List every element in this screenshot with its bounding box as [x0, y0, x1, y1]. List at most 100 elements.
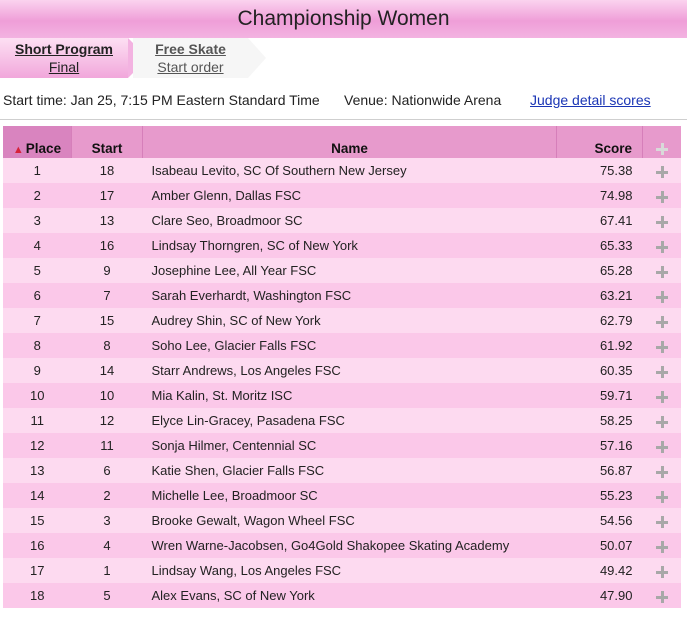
start-cell: 2	[71, 483, 143, 508]
column-header-start[interactable]: Start	[71, 126, 143, 158]
results-body: 1 18 Isabeau Levito, SC Of Southern New Je…	[3, 158, 681, 608]
expand-row-cell[interactable]	[642, 583, 681, 608]
score-cell: 61.92	[556, 333, 643, 358]
plus-icon[interactable]	[655, 240, 668, 253]
start-cell: 6	[71, 458, 143, 483]
expand-row-cell[interactable]	[642, 533, 681, 558]
column-header-name[interactable]: Name	[142, 126, 557, 158]
table-row: 11 12 Elyce Lin-Gracey, Pasadena FSC 58.25	[3, 408, 681, 433]
plus-icon[interactable]	[655, 590, 668, 603]
skater-name-cell: Soho Lee, Glacier Falls FSC	[142, 333, 557, 358]
table-row: 12 11 Sonja Hilmer, Centennial SC 57.16	[3, 433, 681, 458]
plus-icon[interactable]	[655, 215, 668, 228]
skater-name-cell: Katie Shen, Glacier Falls FSC	[142, 458, 557, 483]
start-cell: 17	[71, 183, 143, 208]
skater-name-cell: Sonja Hilmer, Centennial SC	[142, 433, 557, 458]
plus-icon[interactable]	[655, 315, 668, 328]
tabs-divider	[0, 119, 687, 120]
tab-free-skate-start-order-link[interactable]: Start order	[133, 59, 248, 75]
table-header-row: ▲ Place Start Name Score	[3, 126, 681, 158]
plus-icon[interactable]	[655, 190, 668, 203]
skater-name-cell: Josephine Lee, All Year FSC	[142, 258, 557, 283]
plus-icon[interactable]	[655, 265, 668, 278]
expand-row-cell[interactable]	[642, 208, 681, 233]
column-header-score[interactable]: Score	[556, 126, 643, 158]
tab-short-program-label[interactable]: Short Program	[0, 41, 128, 57]
table-row: 10 10 Mia Kalin, St. Moritz ISC 59.71	[3, 383, 681, 408]
skater-name-cell: Starr Andrews, Los Angeles FSC	[142, 358, 557, 383]
plus-icon[interactable]	[655, 440, 668, 453]
expand-row-cell[interactable]	[642, 483, 681, 508]
skater-name-cell: Mia Kalin, St. Moritz ISC	[142, 383, 557, 408]
expand-row-cell[interactable]	[642, 433, 681, 458]
expand-row-cell[interactable]	[642, 158, 681, 183]
start-cell: 14	[71, 358, 143, 383]
skater-name-cell: Michelle Lee, Broadmoor SC	[142, 483, 557, 508]
score-cell: 74.98	[556, 183, 643, 208]
tab-free-skate-label[interactable]: Free Skate	[133, 41, 248, 57]
score-cell: 63.21	[556, 283, 643, 308]
skater-name-cell: Isabeau Levito, SC Of Southern New Jerse…	[142, 158, 557, 183]
plus-icon[interactable]	[655, 340, 668, 353]
table-row: 3 13 Clare Seo, Broadmoor SC 67.41	[3, 208, 681, 233]
expand-row-cell[interactable]	[642, 233, 681, 258]
skater-name-cell: Lindsay Wang, Los Angeles FSC	[142, 558, 557, 583]
plus-icon[interactable]	[655, 365, 668, 378]
expand-row-cell[interactable]	[642, 383, 681, 408]
expand-row-cell[interactable]	[642, 408, 681, 433]
expand-row-cell[interactable]	[642, 508, 681, 533]
sort-up-icon[interactable]: ▲	[13, 144, 24, 156]
results-table: ▲ Place Start Name Score 1 18 Isabeau Levit…	[3, 126, 681, 608]
table-row: 4 16 Lindsay Thorngren, SC of New York 65.3…	[3, 233, 681, 258]
expand-row-cell[interactable]	[642, 308, 681, 333]
score-cell: 65.28	[556, 258, 643, 283]
table-row: 7 15 Audrey Shin, SC of New York 62.79	[3, 308, 681, 333]
plus-icon[interactable]	[655, 540, 668, 553]
tab-short-program[interactable]: Short Program Final	[0, 38, 148, 78]
score-cell: 65.33	[556, 233, 643, 258]
table-row: 18 5 Alex Evans, SC of New York 47.90	[3, 583, 681, 608]
plus-icon[interactable]	[655, 465, 668, 478]
start-cell: 9	[71, 258, 143, 283]
plus-icon[interactable]	[656, 143, 668, 156]
score-cell: 75.38	[556, 158, 643, 183]
expand-all-column[interactable]	[642, 126, 681, 158]
plus-icon[interactable]	[655, 390, 668, 403]
place-cell: 6	[3, 283, 72, 308]
expand-row-cell[interactable]	[642, 333, 681, 358]
score-cell: 56.87	[556, 458, 643, 483]
expand-row-cell[interactable]	[642, 258, 681, 283]
plus-icon[interactable]	[655, 415, 668, 428]
start-cell: 3	[71, 508, 143, 533]
expand-row-cell[interactable]	[642, 558, 681, 583]
venue: Venue: Nationwide Arena	[344, 92, 502, 108]
start-cell: 18	[71, 158, 143, 183]
place-cell: 12	[3, 433, 72, 458]
start-cell: 15	[71, 308, 143, 333]
expand-row-cell[interactable]	[642, 358, 681, 383]
column-header-place[interactable]: ▲ Place	[3, 126, 72, 158]
start-time: Start time: Jan 25, 7:15 PM Eastern Stan…	[3, 92, 320, 108]
table-row: 17 1 Lindsay Wang, Los Angeles FSC 49.42	[3, 558, 681, 583]
judge-detail-scores-link[interactable]: Judge detail scores	[530, 92, 651, 108]
expand-row-cell[interactable]	[642, 458, 681, 483]
page-title: Championship Women	[0, 0, 687, 38]
table-row: 14 2 Michelle Lee, Broadmoor SC 55.23	[3, 483, 681, 508]
tab-free-skate[interactable]: Free Skate Start order	[133, 38, 266, 78]
place-cell: 1	[3, 158, 72, 183]
score-cell: 62.79	[556, 308, 643, 333]
plus-icon[interactable]	[655, 515, 668, 528]
plus-icon[interactable]	[655, 290, 668, 303]
expand-row-cell[interactable]	[642, 283, 681, 308]
plus-icon[interactable]	[655, 565, 668, 578]
score-cell: 57.16	[556, 433, 643, 458]
place-cell: 10	[3, 383, 72, 408]
place-cell: 11	[3, 408, 72, 433]
expand-row-cell[interactable]	[642, 183, 681, 208]
score-cell: 49.42	[556, 558, 643, 583]
place-cell: 14	[3, 483, 72, 508]
plus-icon[interactable]	[655, 165, 668, 178]
table-row: 2 17 Amber Glenn, Dallas FSC 74.98	[3, 183, 681, 208]
tab-short-program-final-link[interactable]: Final	[0, 59, 128, 75]
plus-icon[interactable]	[655, 490, 668, 503]
